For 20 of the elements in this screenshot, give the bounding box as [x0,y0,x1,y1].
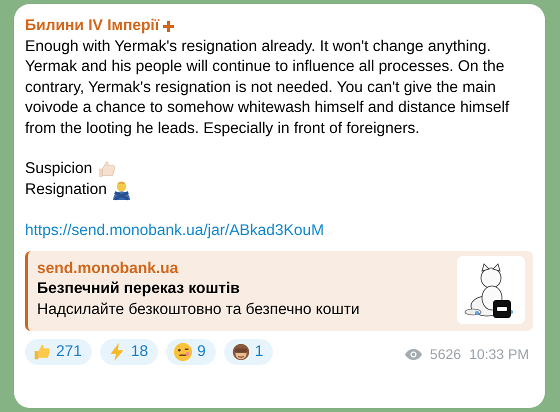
thumbs-up-icon [96,159,118,180]
preview-title: Безпечний переказ коштів [37,279,241,300]
crossed-arms-icon [110,180,132,201]
reaction-button[interactable]: 271 [25,338,92,364]
message-link[interactable]: https://send.monobank.ua/jar/ABkad3KouM [25,222,324,239]
reaction-button[interactable]: 1 [224,338,274,364]
preview-site: send.monobank.ua [37,258,180,279]
message-time: 10:33 PM [469,345,529,364]
view-count: 5626 [430,345,462,364]
cross-icon [163,20,174,32]
reaction-button[interactable]: 18 [100,338,158,364]
link-preview[interactable]: send.monobank.ua Безпечний переказ коштів Надсилайте безкоштовно та безпечно кошти [25,250,533,330]
reaction-button[interactable]: 9 [166,338,216,364]
eye-icon [404,348,422,360]
channel-title[interactable]: Билини IV Імперії [25,16,160,36]
woozy-face-icon [173,342,194,362]
message-line: Suspicion [25,159,92,180]
preview-description: Надсилайте безкоштовно та безпечно кошти [37,300,360,320]
message-line: Resignation [25,180,107,200]
message-text: Enough with Yermak's resignation already. It won't change anything. Yermak and his people will continue to influence all processes. On the contrary, Yermak's resignation is not needed. You can't give the main voivode a chance to somehow whitewash himself and distance himself from the looting he leads. Especially in front of foreigners. [25,36,510,138]
